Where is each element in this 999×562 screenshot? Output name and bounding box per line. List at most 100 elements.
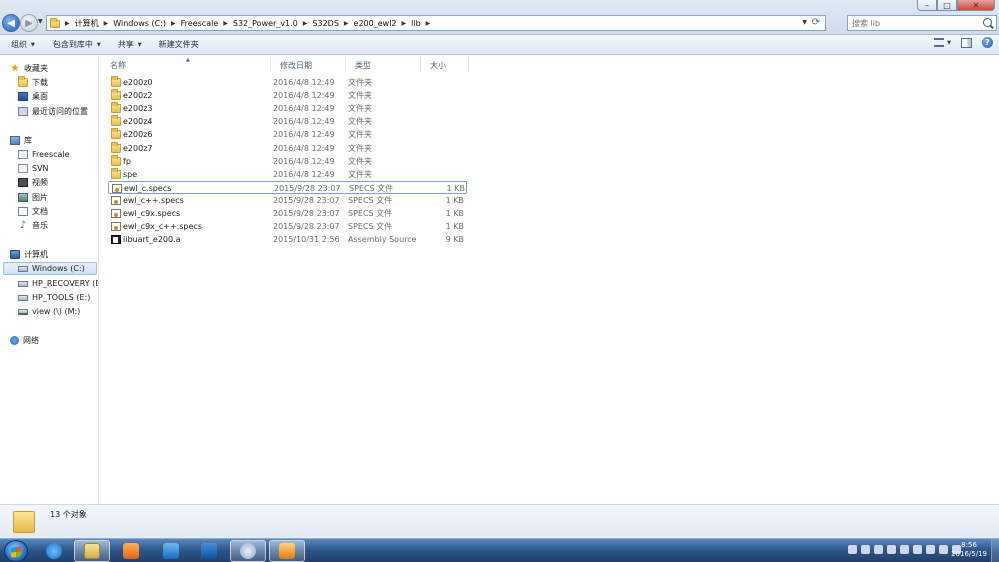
chevron-right-icon[interactable]: ▶ xyxy=(169,20,178,27)
chevron-right-icon[interactable]: ▶ xyxy=(301,20,310,27)
nav-favorites[interactable]: ★ 收藏夹 xyxy=(10,62,48,75)
forward-button[interactable]: ▶ xyxy=(20,14,38,32)
close-button[interactable]: ✕ xyxy=(957,0,995,11)
tray-icon[interactable] xyxy=(874,545,883,554)
nav-desktop[interactable]: 桌面 xyxy=(18,90,48,103)
tray-icon[interactable] xyxy=(848,545,857,554)
help-icon[interactable]: ? xyxy=(982,37,993,48)
taskbar-app-media-player[interactable] xyxy=(113,540,149,562)
breadcrumb-item[interactable]: 计算机 xyxy=(72,16,102,30)
file-row[interactable]: ewl_c.specs 2015/9/28 23:07 SPECS 文件 1 KB xyxy=(108,180,467,194)
nav-drive-c[interactable]: Windows (C:) xyxy=(3,262,97,275)
file-row[interactable]: fp 2016/4/8 12:49 文件夹 xyxy=(108,154,467,168)
folder-icon xyxy=(111,167,121,179)
column-header-date[interactable]: 修改日期 xyxy=(271,58,346,72)
chevron-right-icon[interactable]: ▶ xyxy=(102,20,111,27)
search-box[interactable] xyxy=(847,15,997,31)
change-view-icon[interactable] xyxy=(934,38,945,47)
column-header-size[interactable]: 大小 xyxy=(421,58,469,72)
breadcrumb-item[interactable]: Windows (C:) xyxy=(110,16,169,30)
share-button[interactable]: 共享 ▼ xyxy=(101,37,142,53)
search-icon[interactable] xyxy=(983,18,992,27)
recent-pages-dropdown-icon[interactable]: ▼ xyxy=(38,18,43,25)
breadcrumb-item[interactable]: S32DS xyxy=(309,16,342,30)
file-row[interactable]: ewl_c9x.specs 2015/9/28 23:07 SPECS 文件 1 KB xyxy=(108,207,467,220)
chevron-down-icon[interactable]: ▼ xyxy=(947,40,951,46)
flag-icon[interactable] xyxy=(900,545,909,554)
nav-drive-d[interactable]: HP_RECOVERY (D:) xyxy=(18,277,98,290)
nav-lib-documents[interactable]: 文档 xyxy=(18,205,48,218)
file-name: spe xyxy=(123,169,138,179)
file-row[interactable]: libuart_e200.a 2015/10/31 2:56 Assembly So… xyxy=(108,233,467,246)
chevron-right-icon[interactable]: ▶ xyxy=(424,20,433,27)
nav-downloads[interactable]: 下载 xyxy=(18,76,48,89)
file-date: 2016/4/8 12:49 xyxy=(273,156,335,166)
file-row[interactable]: e200z0 2016/4/8 12:49 文件夹 xyxy=(108,76,467,89)
breadcrumb-item[interactable]: Freescale xyxy=(178,16,222,30)
taskbar-app-ie[interactable] xyxy=(36,540,72,562)
help-tray-icon[interactable] xyxy=(861,545,870,554)
address-history-dropdown-icon[interactable]: ▼ xyxy=(802,19,807,26)
nav-recent-places[interactable]: 最近访问的位置 xyxy=(18,105,88,118)
nav-drive-e[interactable]: HP_TOOLS (E:) xyxy=(18,291,90,304)
nav-libraries[interactable]: 库 xyxy=(10,134,32,147)
column-header-type[interactable]: 类型 xyxy=(346,58,421,72)
tray-icon[interactable] xyxy=(913,545,922,554)
nav-label: Windows (C:) xyxy=(32,264,85,273)
taskbar-app-qq[interactable] xyxy=(153,540,189,562)
nav-drive-m[interactable]: view (\) (M:) xyxy=(18,305,80,318)
file-row[interactable]: spe 2016/4/8 12:49 文件夹 xyxy=(108,167,467,181)
search-input[interactable] xyxy=(848,16,968,30)
library-folder-icon xyxy=(18,164,28,173)
maximize-button[interactable]: □ xyxy=(937,0,957,11)
file-type: 文件夹 xyxy=(348,156,372,166)
preview-pane-icon[interactable] xyxy=(961,37,972,48)
file-date: 2016/4/8 12:49 xyxy=(273,78,335,87)
breadcrumb-item[interactable]: S32_Power_v1.0 xyxy=(230,16,301,30)
minimize-button[interactable]: – xyxy=(917,0,937,11)
taskbar-app-explorer[interactable] xyxy=(74,540,110,562)
file-row[interactable]: e200z6 2016/4/8 12:49 文件夹 xyxy=(108,128,467,141)
taskbar-app-s32ds[interactable] xyxy=(269,540,305,562)
chevron-right-icon[interactable]: ▶ xyxy=(221,20,230,27)
s32-design-studio-icon xyxy=(279,543,295,559)
taskbar-app-outlook[interactable] xyxy=(191,540,227,562)
nav-computer[interactable]: 计算机 xyxy=(10,248,48,261)
include-in-library-button[interactable]: 包含到库中 ▼ xyxy=(35,37,101,53)
chevron-right-icon[interactable]: ▶ xyxy=(63,20,72,27)
organize-button[interactable]: 组织 ▼ xyxy=(0,37,35,53)
file-row[interactable]: ewl_c9x_c++.specs 2015/9/28 23:07 SPECS 文件… xyxy=(108,220,467,233)
nav-network[interactable]: 网络 xyxy=(10,334,39,347)
taskbar-app-browser[interactable] xyxy=(230,540,266,562)
nav-label: 桌面 xyxy=(32,92,48,101)
show-desktop-button[interactable] xyxy=(991,539,999,562)
back-button[interactable]: ◀ xyxy=(2,14,20,32)
file-row[interactable]: e200z4 2016/4/8 12:49 文件夹 xyxy=(108,115,467,128)
chevron-right-icon[interactable]: ▶ xyxy=(400,20,409,27)
windows-tray-icon[interactable] xyxy=(887,545,896,554)
breadcrumb-item[interactable]: e200_ewl2 xyxy=(351,16,400,30)
file-row[interactable]: ewl_c++.specs 2015/9/28 23:07 SPECS 文件 1 KB xyxy=(108,194,467,207)
file-row[interactable]: e200z3 2016/4/8 12:49 文件夹 xyxy=(108,102,467,115)
file-row[interactable]: e200z7 2016/4/8 12:49 文件夹 xyxy=(108,141,467,155)
volume-icon[interactable] xyxy=(939,545,948,554)
file-row[interactable]: e200z2 2016/4/8 12:49 文件夹 xyxy=(108,89,467,102)
column-header-name[interactable]: 名称 ▲ xyxy=(101,57,271,72)
chevron-right-icon[interactable]: ▶ xyxy=(342,20,351,27)
file-date: 2016/4/8 12:49 xyxy=(273,143,335,153)
nav-lib-pictures[interactable]: 图片 xyxy=(18,191,48,204)
nav-lib-svn[interactable]: SVN xyxy=(18,162,49,175)
new-folder-button[interactable]: 新建文件夹 xyxy=(142,37,199,53)
clock[interactable]: 8:56 2016/5/19 xyxy=(951,541,987,559)
address-field[interactable]: ▶ 计算机 ▶ Windows (C:) ▶ Freescale ▶ S32_P… xyxy=(46,15,826,31)
refresh-icon[interactable]: ⟳ xyxy=(809,17,823,29)
nav-lib-freescale[interactable]: Freescale xyxy=(18,148,70,161)
breadcrumb-item[interactable]: lib xyxy=(408,16,424,30)
nav-lib-music[interactable]: ♪ 音乐 xyxy=(18,219,48,232)
network-signal-icon[interactable] xyxy=(926,545,935,554)
file-size xyxy=(423,168,464,181)
start-button[interactable] xyxy=(4,540,28,562)
nav-label: SVN xyxy=(32,164,49,173)
file-name: e200z3 xyxy=(123,104,153,114)
nav-lib-videos[interactable]: 视频 xyxy=(18,176,48,189)
